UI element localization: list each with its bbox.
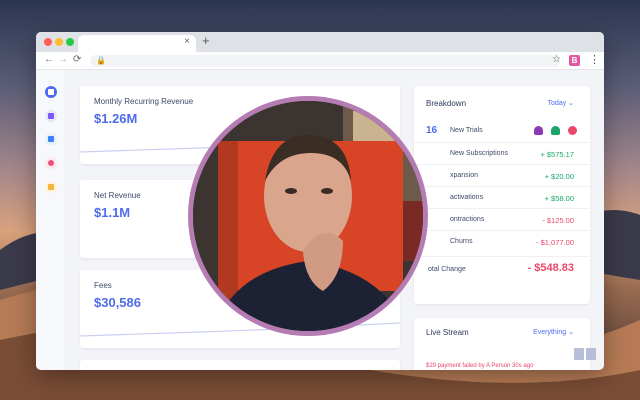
metric-label: Net Revenue [94, 191, 141, 200]
breakdown-row-reactivations[interactable]: activations + $58.00 [414, 186, 590, 208]
breakdown-title: Breakdown [426, 99, 467, 108]
url-input[interactable]: 🔒 [90, 55, 560, 67]
tab-bar: × + [36, 32, 604, 52]
breakdown-card: Breakdown Today ⌄ 16 New Trials New Subs… [414, 86, 590, 304]
metric-value: $1.1M [94, 205, 131, 220]
back-button[interactable]: ← [44, 54, 54, 65]
close-window-button[interactable] [44, 38, 52, 46]
browser-menu-icon[interactable]: ⋮ [589, 53, 600, 66]
breakdown-row-churns[interactable]: Churns - $1,077.00 [414, 230, 590, 252]
reports-icon [48, 136, 54, 142]
bookmark-star-icon[interactable]: ☆ [552, 54, 561, 65]
maximize-window-button[interactable] [66, 38, 74, 46]
sidebar-item-alerts[interactable] [45, 157, 57, 169]
breakdown-total-row: otal Change - $548.83 [414, 256, 590, 284]
presenter-video [193, 101, 423, 331]
dashboard-icon [48, 89, 54, 95]
total-label: otal Change [428, 266, 466, 273]
chevron-down-icon: ⌄ [568, 329, 574, 336]
trial-avatar-icon [534, 126, 543, 135]
insights-icon [48, 184, 54, 190]
breakdown-row-expansion[interactable]: xpansion + $20.00 [414, 164, 590, 186]
sidebar [36, 70, 64, 370]
lock-icon: 🔒 [96, 56, 106, 65]
sidebar-item-customers[interactable] [45, 110, 57, 122]
metric-value: $1.26M [94, 111, 138, 126]
trial-avatar-icon [568, 126, 577, 135]
breakdown-filter-dropdown[interactable]: Today ⌄ [547, 99, 574, 107]
metric-label: Fees [94, 281, 112, 290]
row-label: activations [450, 194, 484, 201]
row-value: + $20.00 [544, 172, 574, 181]
extension-icon[interactable]: B [569, 55, 580, 66]
close-tab-icon[interactable]: × [184, 36, 190, 47]
address-bar: ← → ⟳ 🔒 ☆ B ⋮ [36, 52, 604, 70]
total-value: - $548.83 [527, 262, 574, 274]
sidebar-item-dashboard[interactable] [45, 86, 57, 98]
alerts-icon [48, 160, 54, 166]
row-label: ontractions [450, 216, 485, 223]
reload-button[interactable]: ⟳ [73, 54, 81, 65]
toggle-right-icon [586, 348, 596, 360]
breakdown-row-contractions[interactable]: ontractions - $125.00 [414, 208, 590, 230]
row-label: Churns [450, 238, 473, 245]
new-tab-button[interactable]: + [202, 33, 210, 48]
trials-count: 16 [426, 125, 438, 136]
live-stream-card: Live Stream Everything ⌄ $29 payment fai… [414, 318, 590, 370]
row-label: New Trials [450, 127, 483, 134]
breakdown-row-new-trials[interactable]: 16 New Trials [414, 120, 590, 142]
browser-tab[interactable]: × [78, 35, 196, 52]
breakdown-row-new-subscriptions[interactable]: New Subscriptions + $575.17 [414, 142, 590, 164]
metric-label: Monthly Recurring Revenue [94, 97, 194, 106]
sidebar-item-reports[interactable] [45, 133, 57, 145]
minimize-window-button[interactable] [55, 38, 63, 46]
chevron-down-icon: ⌄ [568, 100, 574, 107]
row-value: + $58.00 [544, 194, 574, 203]
layout-toggle-button[interactable] [574, 348, 598, 360]
forward-button[interactable]: → [58, 54, 68, 65]
row-value: - $125.00 [542, 216, 574, 225]
metric-value: $30,586 [94, 295, 141, 310]
row-label: xpansion [450, 172, 479, 179]
row-value: - $1,077.00 [536, 238, 574, 247]
sidebar-item-insights[interactable] [45, 181, 57, 193]
row-label: New Subscriptions [450, 150, 508, 157]
webcam-overlay [188, 96, 428, 336]
customers-icon [48, 113, 54, 119]
live-stream-event[interactable]: $29 payment failed by A Person 30s ago [426, 363, 533, 369]
row-value: + $575.17 [540, 150, 574, 159]
live-stream-filter-dropdown[interactable]: Everything ⌄ [533, 328, 574, 336]
metric-card-partial [80, 360, 400, 370]
toggle-left-icon [574, 348, 584, 360]
trial-avatar-icon [551, 126, 560, 135]
live-stream-title: Live Stream [426, 328, 469, 337]
